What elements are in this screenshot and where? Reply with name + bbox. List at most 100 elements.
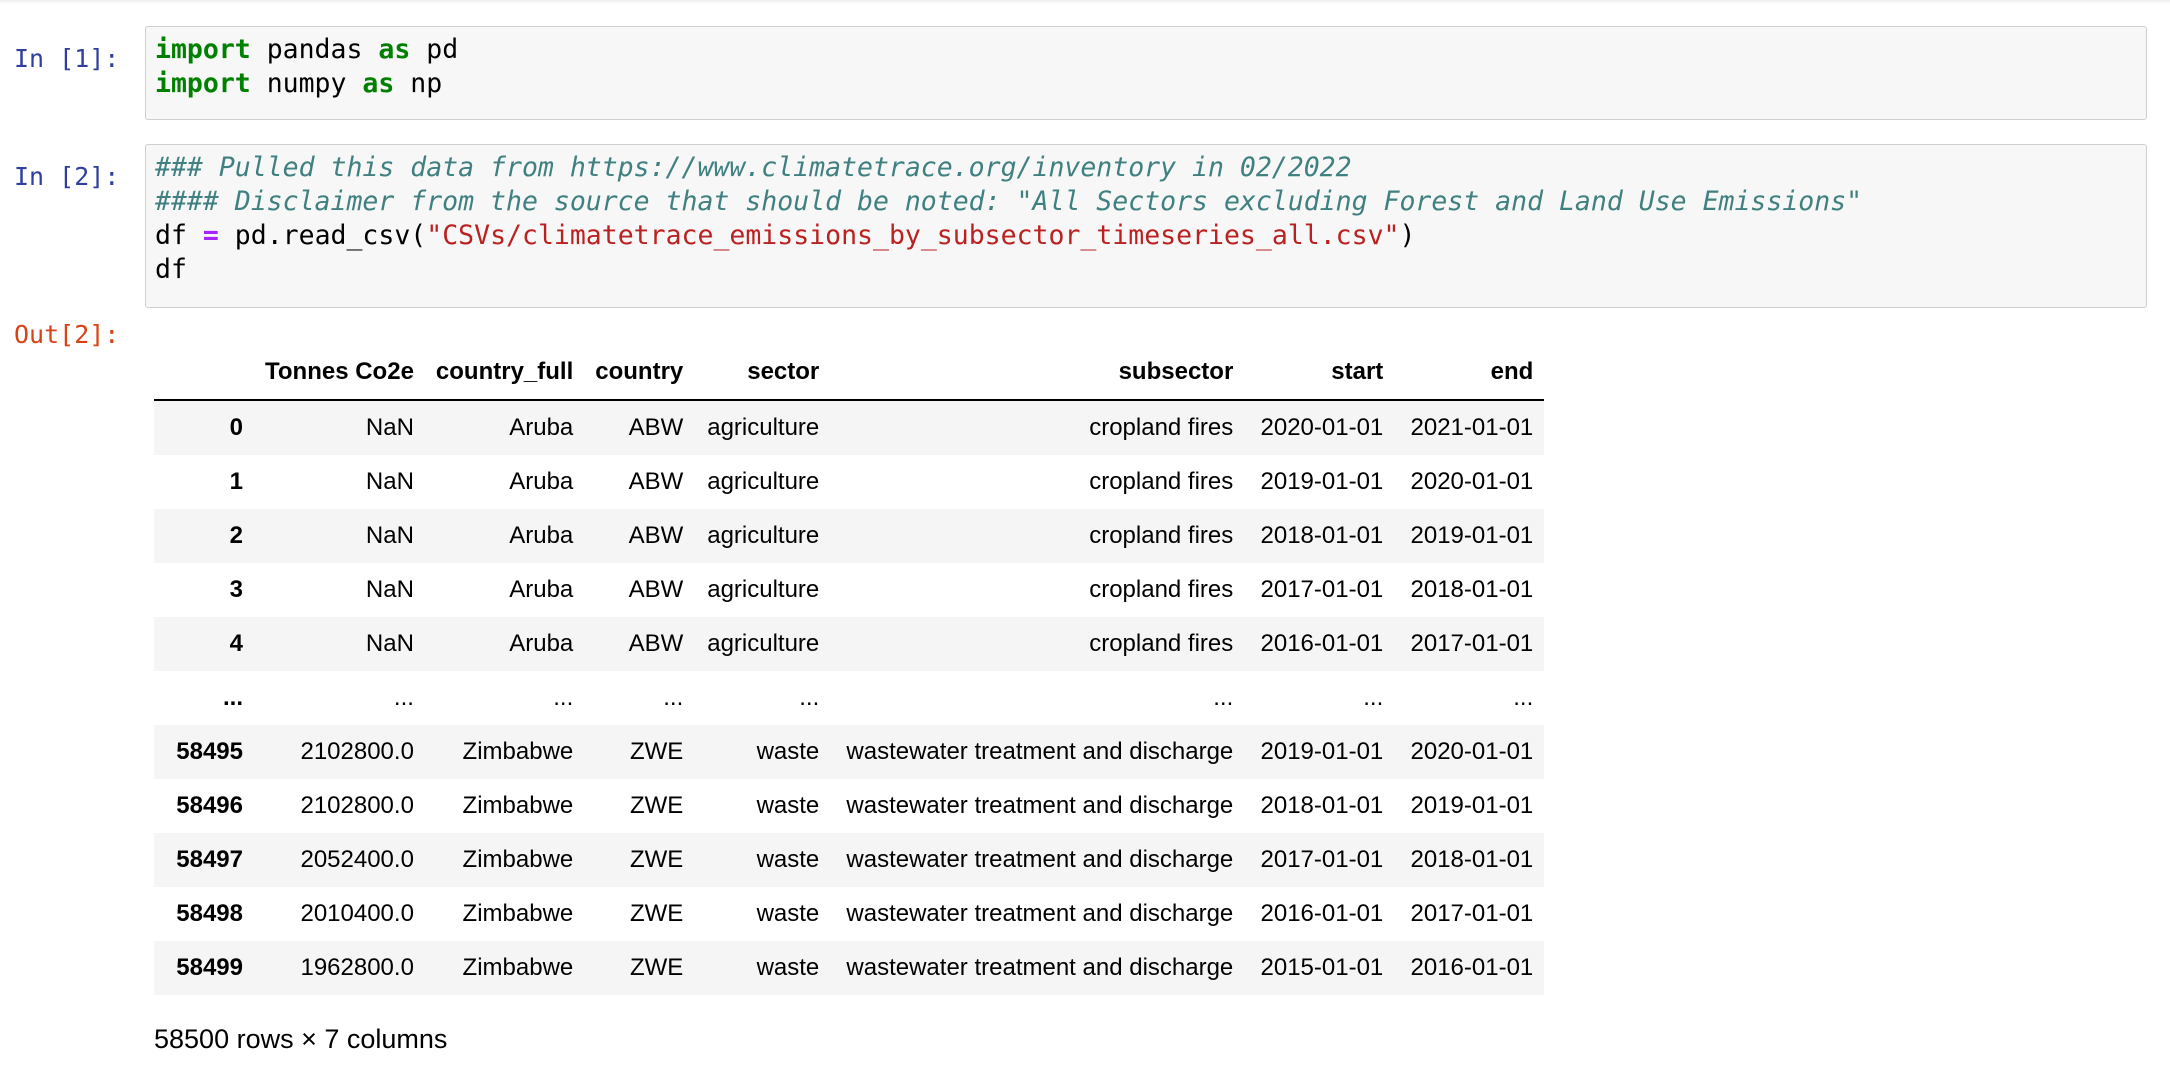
row-index: 58497 <box>176 846 243 873</box>
table-row: 2 NaN Aruba ABW agriculture cropland fires 201… <box>154 509 1545 563</box>
code-line: import numpy as np <box>155 67 2137 101</box>
table-cell: wastewater treatment and discharge <box>846 738 1234 765</box>
table-cell: Zimbabwe <box>462 846 574 873</box>
table-cell: 2016-01-01 <box>1410 954 1534 981</box>
table-cell: Zimbabwe <box>462 954 574 981</box>
table-row: 4 NaN Aruba ABW agriculture cropland fires 201… <box>154 617 1545 671</box>
table-cell: 2017-01-01 <box>1260 576 1384 603</box>
table-cell: NaN <box>365 576 414 603</box>
table-cell: 2015-01-01 <box>1260 954 1384 981</box>
table-cell: 2016-01-01 <box>1260 900 1384 927</box>
table-cell: ZWE <box>629 900 684 927</box>
table-row: 58498 2010400.0 Zimbabwe ZWE waste wastewater… <box>154 887 1545 941</box>
table-cell: 2018-01-01 <box>1410 576 1534 603</box>
table-cell: Zimbabwe <box>462 792 574 819</box>
table-cell: 2020-01-01 <box>1260 414 1384 441</box>
code-token: np <box>394 68 443 99</box>
table-cell: waste <box>756 738 820 765</box>
dataframe-table: Tonnes Co2e country_full country sector … <box>154 345 1545 995</box>
table-header-row: Tonnes Co2e country_full country sector … <box>154 345 1545 401</box>
table-cell: ABW <box>628 468 684 495</box>
code-line: #### Disclaimer from the source that sho… <box>155 185 2137 219</box>
table-cell: 2021-01-01 <box>1410 414 1534 441</box>
table-cell: 2102800.0 <box>300 738 414 765</box>
row-index: 58499 <box>176 954 243 981</box>
table-cell: waste <box>756 792 820 819</box>
table-cell: 2017-01-01 <box>1260 846 1384 873</box>
row-index: 58496 <box>176 792 243 819</box>
table-cell: 2019-01-01 <box>1410 522 1534 549</box>
table-cell: wastewater treatment and discharge <box>846 954 1234 981</box>
table-cell: ABW <box>628 414 684 441</box>
table-cell: cropland fires <box>1089 522 1234 549</box>
code-token: df <box>155 220 203 251</box>
table-cell: ... <box>1213 684 1234 711</box>
table-cell: NaN <box>365 468 414 495</box>
table-cell: ZWE <box>629 846 684 873</box>
dataframe-shape: 58500 rows × 7 columns <box>154 1024 448 1054</box>
row-index: 4 <box>229 630 243 657</box>
table-cell: agriculture <box>707 414 820 441</box>
table-cell: agriculture <box>707 576 820 603</box>
table-cell: agriculture <box>707 522 820 549</box>
table-cell: 2020-01-01 <box>1410 468 1534 495</box>
code-token: pandas <box>250 34 379 65</box>
table-cell: Zimbabwe <box>462 900 574 927</box>
table-cell: ... <box>553 684 574 711</box>
table-cell: 2019-01-01 <box>1410 792 1534 819</box>
code-token: #### Disclaimer from the source that sho… <box>155 186 1863 217</box>
table-cell: 2017-01-01 <box>1410 900 1534 927</box>
table-cell: ... <box>1513 684 1534 711</box>
table-cell: wastewater treatment and discharge <box>846 900 1234 927</box>
table-cell: ... <box>799 684 820 711</box>
table-cell: Zimbabwe <box>462 738 574 765</box>
table-row: 3 NaN Aruba ABW agriculture cropland fires 201… <box>154 563 1545 617</box>
table-cell: ABW <box>628 522 684 549</box>
code-editor[interactable]: import pandas as pd import numpy as np <box>145 26 2147 120</box>
column-header-country-full: country_full <box>424 345 585 401</box>
column-header-sector: sector <box>694 345 831 401</box>
table-cell: ... <box>1363 684 1384 711</box>
table-cell: ZWE <box>629 738 684 765</box>
table-cell: Aruba <box>509 576 574 603</box>
table-cell: 1962800.0 <box>300 954 414 981</box>
table-cell: cropland fires <box>1089 630 1234 657</box>
table-cell: 2052400.0 <box>300 846 414 873</box>
row-index: 0 <box>229 414 243 441</box>
column-header-subsector: subsector <box>830 345 1245 401</box>
row-index: 1 <box>229 468 243 495</box>
code-token: import <box>155 34 251 65</box>
table-cell: cropland fires <box>1089 468 1234 495</box>
table-cell: 2018-01-01 <box>1260 522 1384 549</box>
table-cell: 2102800.0 <box>300 792 414 819</box>
code-token: pd <box>410 34 459 65</box>
table-cell: Aruba <box>509 522 574 549</box>
row-index: 3 <box>229 576 243 603</box>
table-cell: 2010400.0 <box>300 900 414 927</box>
table-cell: 2017-01-01 <box>1410 630 1534 657</box>
row-index: 2 <box>229 522 243 549</box>
notebook-top-edge <box>0 0 2170 4</box>
code-line: df <box>155 253 2137 287</box>
code-editor[interactable]: ### Pulled this data from https://www.cl… <box>145 144 2147 308</box>
column-header-tonnes: Tonnes Co2e <box>254 345 425 401</box>
code-token: import <box>155 68 251 99</box>
table-cell: wastewater treatment and discharge <box>846 792 1234 819</box>
table-cell: NaN <box>365 630 414 657</box>
code-line: ### Pulled this data from https://www.cl… <box>155 151 2137 185</box>
output-prompt: Out[2]: <box>14 320 120 349</box>
table-cell: cropland fires <box>1089 576 1234 603</box>
table-cell: NaN <box>365 414 414 441</box>
table-cell: ZWE <box>629 954 684 981</box>
table-cell: cropland fires <box>1089 414 1234 441</box>
table-cell: Aruba <box>509 414 574 441</box>
table-cell: Aruba <box>509 630 574 657</box>
table-cell: 2019-01-01 <box>1260 468 1384 495</box>
table-cell: agriculture <box>707 468 820 495</box>
code-token: as <box>378 34 411 65</box>
table-cell: 2018-01-01 <box>1410 846 1534 873</box>
table-cell: waste <box>756 900 820 927</box>
table-cell: ... <box>393 684 414 711</box>
code-token: = <box>202 220 219 251</box>
code-token: "CSVs/climatetrace_emissions_by_subsecto… <box>426 220 1400 251</box>
